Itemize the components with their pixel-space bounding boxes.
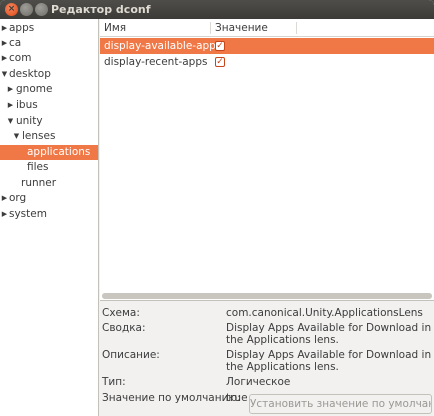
tree-item-unity[interactable]: ▼ unity [0, 114, 98, 129]
collapse-arrow-icon[interactable]: ▼ [6, 114, 15, 129]
value-checkbox[interactable]: ✓ [215, 41, 225, 51]
schema-value: com.canonical.Unity.ApplicationsLens [226, 307, 423, 319]
dconf-editor-window: × Редактор dconf ▶ apps ▶ ca ▶ com ▼ des… [0, 0, 434, 416]
type-value: Логическое [226, 376, 291, 388]
tree-item-label: gnome [16, 83, 53, 95]
key-row-display-available-apps[interactable]: display-available-apps ✓ [100, 38, 434, 54]
default-label: Значение по умолчанию: [102, 392, 241, 404]
value-checkbox[interactable]: ✓ [215, 57, 225, 67]
tree-item-ibus[interactable]: ▶ ibus [0, 98, 98, 113]
close-window-button[interactable]: × [5, 3, 18, 16]
tree-item-ca[interactable]: ▶ ca [0, 36, 98, 51]
expand-arrow-icon[interactable]: ▶ [0, 191, 9, 206]
keys-list[interactable]: Имя Значение display-available-apps ✓ di… [100, 19, 434, 301]
list-header: Имя Значение [100, 19, 434, 37]
expand-arrow-icon[interactable]: ▶ [0, 36, 9, 51]
title-bar: × Редактор dconf [0, 0, 434, 19]
tree-item-files[interactable]: files [0, 160, 98, 175]
default-value: true [226, 392, 248, 404]
expand-arrow-icon[interactable]: ▶ [6, 98, 15, 113]
tree-item-label: lenses [22, 130, 56, 142]
tree-item-system[interactable]: ▶ system [0, 207, 98, 222]
tree-item-desktop[interactable]: ▼ desktop [0, 67, 98, 82]
tree-item-label: applications [27, 146, 91, 158]
tree-item-lenses[interactable]: ▼ lenses [0, 129, 98, 144]
schema-label: Схема: [102, 307, 140, 319]
tree-item-label: desktop [9, 68, 51, 80]
tree-item-com[interactable]: ▶ com [0, 51, 98, 66]
summary-label: Сводка: [102, 322, 146, 334]
expand-arrow-icon[interactable]: ▶ [6, 82, 15, 97]
key-name: display-available-apps [104, 40, 222, 52]
tree-item-runner[interactable]: runner [0, 176, 98, 191]
window-title: Редактор dconf [51, 3, 151, 16]
tree-item-label: runner [21, 177, 57, 189]
scrollbar-thumb[interactable] [102, 293, 432, 299]
tree-item-label: com [9, 52, 32, 64]
tree-item-apps[interactable]: ▶ apps [0, 21, 98, 36]
expand-arrow-icon[interactable]: ▶ [0, 51, 9, 66]
expand-arrow-icon[interactable]: ▶ [0, 21, 9, 36]
description-value: Display Apps Available for Download in t… [226, 349, 432, 373]
tree-item-label: org [9, 192, 27, 204]
type-label: Тип: [102, 376, 126, 388]
tree-item-label: ca [9, 37, 22, 49]
description-label: Описание: [102, 349, 160, 361]
collapse-arrow-icon[interactable]: ▼ [0, 67, 9, 82]
horizontal-scrollbar[interactable] [102, 293, 432, 299]
expand-arrow-icon[interactable]: ▶ [0, 207, 9, 222]
set-default-button[interactable]: Установить значение по умолчанию [249, 394, 432, 414]
key-details-panel: Схема: com.canonical.Unity.ApplicationsL… [100, 302, 434, 416]
tree-item-label: unity [16, 115, 43, 127]
tree-item-label: ibus [16, 99, 38, 111]
key-name: display-recent-apps [104, 56, 208, 68]
maximize-window-button[interactable] [35, 3, 48, 16]
tree-item-label: apps [9, 22, 35, 34]
column-separator [210, 22, 211, 34]
summary-value: Display Apps Available for Download in t… [226, 322, 432, 346]
schema-tree[interactable]: ▶ apps ▶ ca ▶ com ▼ desktop ▶ gnome ▶ ib… [0, 19, 99, 416]
tree-item-org[interactable]: ▶ org [0, 191, 98, 206]
tree-item-label: files [27, 161, 49, 173]
collapse-arrow-icon[interactable]: ▼ [12, 129, 21, 144]
column-header-name[interactable]: Имя [104, 22, 126, 34]
column-separator [296, 22, 297, 34]
tree-item-gnome[interactable]: ▶ gnome [0, 82, 98, 97]
minimize-window-button[interactable] [20, 3, 33, 16]
tree-item-applications[interactable]: applications [0, 145, 98, 160]
column-header-value[interactable]: Значение [215, 22, 268, 34]
key-row-display-recent-apps[interactable]: display-recent-apps ✓ [100, 54, 434, 70]
tree-item-label: system [9, 208, 47, 220]
